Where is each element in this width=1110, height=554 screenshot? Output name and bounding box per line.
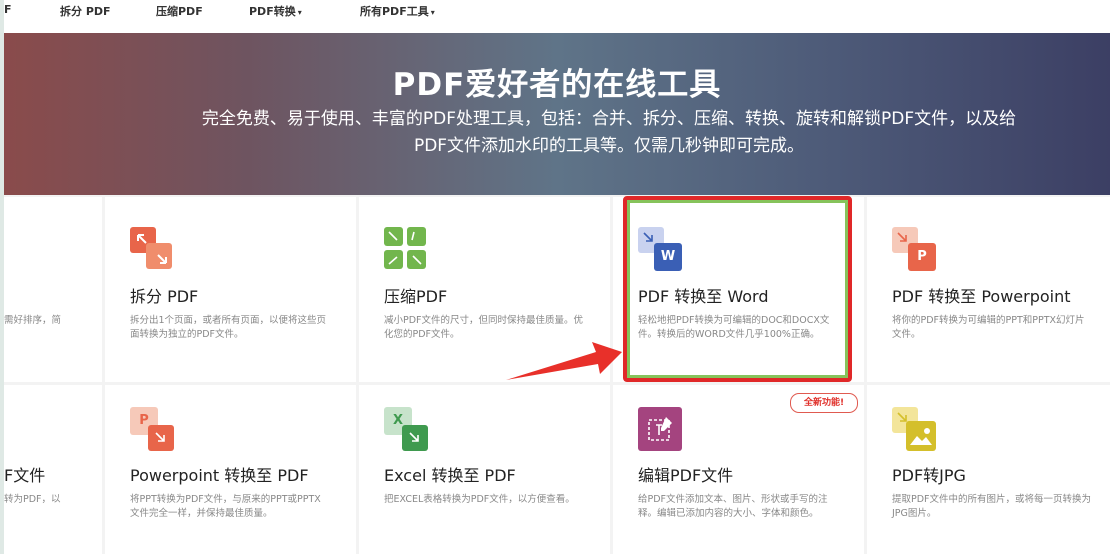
nav-item-merge[interactable]: F bbox=[4, 3, 12, 16]
nav-item-split[interactable]: 拆分 PDF bbox=[60, 3, 111, 19]
hero-subtitle: 完全免费、易于使用、丰富的PDF处理工具，包括：合并、拆分、压缩、转换、旋转和解… bbox=[201, 109, 1017, 156]
tool-title: PDF 转换至 Powerpoint bbox=[892, 287, 1071, 306]
page: F 拆分 PDF 压缩PDF PDF转换 ▾ 所有PDF工具 ▾ PDF爱好者的在线… bbox=[4, 0, 1110, 554]
split-icon bbox=[130, 227, 174, 271]
tool-title: 编辑PDF文件 bbox=[638, 466, 734, 485]
edit-icon bbox=[638, 407, 682, 451]
tool-card-excel-to-pdf[interactable]: X Excel 转换至 PDF 把EXCEL表格转换为PDF文件，以方便查看。 bbox=[359, 385, 610, 554]
tool-desc: 拆分出1个页面，或者所有页面，以便将这些页面转换为独立的PDF文件。 bbox=[130, 315, 327, 340]
powerpoint-icon: P bbox=[892, 227, 936, 271]
tool-desc: 将你的PDF转换为可编辑的PPT和PPTX幻灯片文件。 bbox=[892, 315, 1085, 340]
tool-title: 拆分 PDF bbox=[130, 287, 199, 306]
tool-card-word-to-pdf[interactable]: F文件 转为PDF，以 bbox=[4, 385, 102, 554]
nav-item-compress[interactable]: 压缩PDF bbox=[156, 3, 203, 19]
tool-desc: 提取PDF文件中的所有图片，或将每一页转换为JPG图片。 bbox=[892, 494, 1092, 519]
tool-desc: 将PPT转换为PDF文件，与原来的PPT或PPTX文件完全一样，并保持最佳质量。 bbox=[130, 494, 321, 519]
nav-item-all-tools[interactable]: 所有PDF工具 ▾ bbox=[360, 3, 435, 19]
tool-title: 压缩PDF bbox=[384, 287, 448, 306]
jpg-icon bbox=[892, 407, 936, 451]
tool-title: F文件 bbox=[4, 466, 46, 485]
excel-icon: X bbox=[384, 407, 428, 451]
ppt-to-pdf-icon: P bbox=[130, 407, 174, 451]
tool-card-split[interactable]: 拆分 PDF 拆分出1个页面，或者所有页面，以便将这些页面转换为独立的PDF文件… bbox=[105, 197, 356, 382]
chevron-down-icon: ▾ bbox=[430, 8, 435, 17]
tool-desc: 转为PDF，以 bbox=[4, 494, 61, 505]
hero-banner: PDF爱好者的在线工具 完全免费、易于使用、丰富的PDF处理工具，包括：合并、拆… bbox=[4, 33, 1110, 195]
tool-title: Excel 转换至 PDF bbox=[384, 466, 516, 485]
tool-card-pdf-to-powerpoint[interactable]: P PDF 转换至 Powerpoint 将你的PDF转换为可编辑的PPT和PP… bbox=[867, 197, 1110, 382]
highlight-box bbox=[623, 196, 852, 382]
tool-desc: 需好排序，简 bbox=[4, 315, 62, 326]
nav-item-convert[interactable]: PDF转换 ▾ bbox=[249, 3, 302, 19]
tool-card-merge[interactable]: 需好排序，简 bbox=[4, 197, 102, 382]
tool-desc: 给PDF文件添加文本、图片、形状或手写的注释。编辑已添加内容的大小、字体和颜色。 bbox=[638, 494, 828, 519]
tool-title: PDF转JPG bbox=[892, 466, 966, 485]
tool-card-pdf-to-jpg[interactable]: PDF转JPG 提取PDF文件中的所有图片，或将每一页转换为JPG图片。 bbox=[867, 385, 1110, 554]
top-nav: F 拆分 PDF 压缩PDF PDF转换 ▾ 所有PDF工具 ▾ bbox=[4, 0, 1110, 33]
chevron-down-icon: ▾ bbox=[297, 8, 302, 17]
hero-title: PDF爱好者的在线工具 bbox=[392, 67, 722, 103]
tool-title: Powerpoint 转换至 PDF bbox=[130, 466, 309, 485]
new-feature-badge: 全新功能! bbox=[790, 393, 858, 413]
tool-card-powerpoint-to-pdf[interactable]: P Powerpoint 转换至 PDF 将PPT转换为PDF文件，与原来的PP… bbox=[105, 385, 356, 554]
tool-desc: 把EXCEL表格转换为PDF文件，以方便查看。 bbox=[384, 494, 575, 505]
annotation-arrow-icon bbox=[506, 342, 622, 380]
compress-icon bbox=[384, 227, 428, 271]
